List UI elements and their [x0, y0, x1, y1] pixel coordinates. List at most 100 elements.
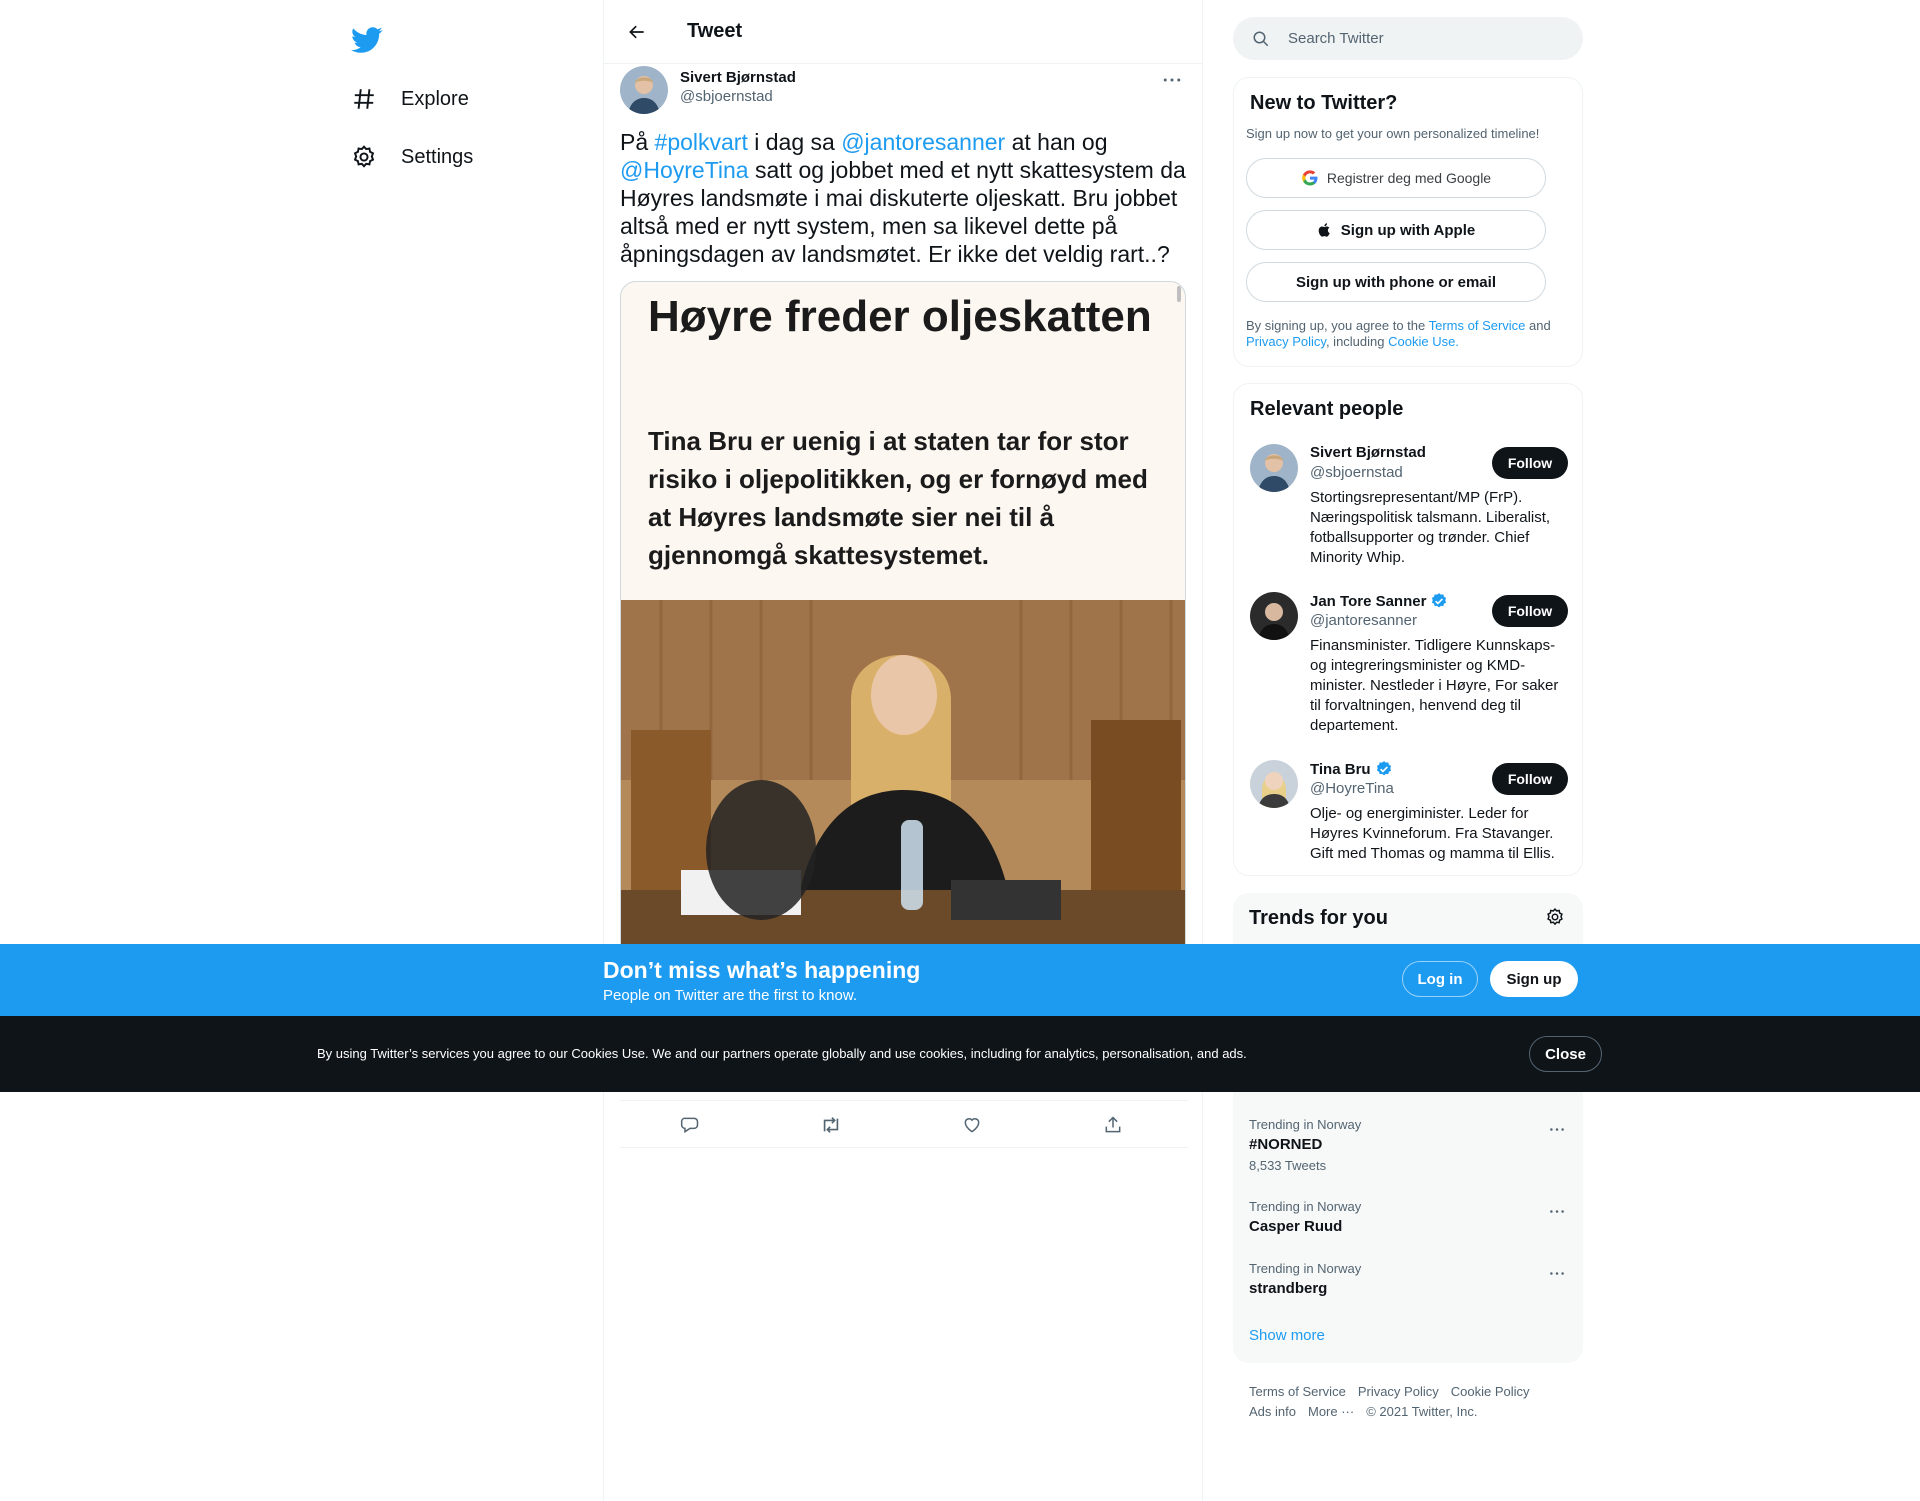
mention-link[interactable]: @HoyreTina — [620, 157, 749, 183]
person-name[interactable]: Sivert Bjørnstad — [1310, 444, 1426, 461]
trend-context: Trending in Norway — [1249, 1199, 1362, 1214]
media-subheadline: Tina Bru er uenig i at staten tar for st… — [648, 426, 1148, 570]
person-name[interactable]: Jan Tore Sanner — [1310, 592, 1448, 610]
person-name-text: Sivert Bjørnstad — [1310, 444, 1426, 461]
ellipsis-icon[interactable] — [1547, 1263, 1567, 1283]
follow-button[interactable]: Follow — [1492, 447, 1568, 479]
person-name-text: Jan Tore Sanner — [1310, 592, 1427, 610]
relevant-people-card: Relevant people Sivert Bjørnstad @sbjoer… — [1233, 383, 1583, 876]
main-column: Tweet Sivert Bjørnstad @sbjoernstad På #… — [603, 0, 1203, 1501]
search-input[interactable] — [1288, 30, 1548, 47]
retweet-icon[interactable] — [819, 1113, 843, 1137]
page-title: Tweet — [687, 20, 743, 42]
trend-context: Trending in Norway — [1249, 1261, 1362, 1276]
ellipsis-icon[interactable] — [1547, 1119, 1567, 1139]
follow-button[interactable]: Follow — [1492, 595, 1568, 627]
search-icon — [1253, 31, 1269, 46]
author-name[interactable]: Sivert Bjørnstad — [680, 69, 796, 86]
person-handle: @HoyreTina — [1310, 780, 1394, 797]
share-icon[interactable] — [1101, 1113, 1125, 1137]
signup-card: New to Twitter? Sign up now to get your … — [1233, 77, 1583, 367]
trend-item[interactable]: Trending in Norway Casper Ruud — [1249, 1199, 1567, 1235]
phone-email-signup-button[interactable]: Sign up with phone or email — [1246, 262, 1546, 302]
search-box[interactable] — [1233, 17, 1583, 60]
signup-button[interactable]: Sign up — [1490, 961, 1578, 997]
footer-link-terms[interactable]: Terms of Service — [1249, 1384, 1346, 1399]
avatar[interactable] — [1250, 592, 1298, 640]
apple-signup-label: Sign up with Apple — [1340, 221, 1476, 239]
trend-item[interactable]: Trending in Norway #NORNED 8,533 Tweets — [1249, 1117, 1567, 1173]
footer-link-more[interactable]: More ··· — [1308, 1404, 1354, 1419]
tweet-author: Sivert Bjørnstad @sbjoernstad — [620, 64, 1188, 116]
signup-title: New to Twitter? — [1250, 92, 1398, 114]
login-button[interactable]: Log in — [1402, 961, 1478, 997]
tweet-text: På #polkvart i dag sa @jantoresanner at … — [620, 128, 1190, 268]
footer-link-privacy[interactable]: Privacy Policy — [1358, 1384, 1439, 1399]
show-more-link[interactable]: Show more — [1249, 1327, 1325, 1344]
mention-link[interactable]: @jantoresanner — [841, 129, 1005, 155]
relevant-people-title: Relevant people — [1250, 398, 1404, 420]
tweet-text-part: i dag sa — [747, 129, 842, 155]
trend-name: strandberg — [1249, 1280, 1328, 1297]
apple-icon — [1318, 223, 1330, 237]
cookie-use-link[interactable]: Cookie Use. — [1388, 334, 1459, 349]
back-button[interactable] — [620, 15, 654, 49]
legal-text: and — [1525, 318, 1551, 333]
legal-text: By signing up, you agree to the — [1246, 318, 1429, 333]
follow-button[interactable]: Follow — [1492, 763, 1568, 795]
person-bio: Olje- og energiminister. Leder for Høyre… — [1310, 805, 1555, 862]
reply-icon[interactable] — [678, 1113, 702, 1137]
person-name[interactable]: Tina Bru — [1310, 760, 1393, 778]
banner-title: Don’t miss what’s happening — [603, 957, 921, 983]
nav-explore[interactable]: Explore — [349, 79, 469, 119]
tweet-media-image[interactable]: Høyre freder oljeskatten Tina Bru er uen… — [620, 281, 1186, 953]
media-headline: Høyre freder oljeskatten — [648, 292, 1152, 341]
trend-item[interactable]: Trending in Norway strandberg — [1249, 1261, 1567, 1297]
avatar[interactable] — [1250, 444, 1298, 492]
nav-explore-label: Explore — [401, 87, 469, 110]
gear-icon — [349, 142, 379, 172]
nav-settings[interactable]: Settings — [349, 137, 473, 177]
nav-settings-label: Settings — [401, 145, 474, 168]
cookie-consent-bar: By using Twitter’s services you agree to… — [0, 1016, 1920, 1092]
apple-signup-button[interactable]: Sign up with Apple — [1246, 210, 1546, 250]
tweet-text-part: På — [620, 129, 655, 155]
like-icon[interactable] — [960, 1113, 984, 1137]
page-header: Tweet — [604, 0, 1202, 64]
media-photo — [621, 600, 1185, 952]
terms-link[interactable]: Terms of Service — [1429, 318, 1526, 333]
more-options-button[interactable] — [1160, 70, 1184, 90]
legal-text: , including — [1325, 334, 1389, 349]
avatar[interactable] — [1250, 760, 1298, 808]
tweet-actions — [620, 1100, 1188, 1148]
avatar[interactable] — [620, 66, 668, 114]
hashtag-link[interactable]: #polkvart — [655, 129, 748, 155]
trend-name: #NORNED — [1249, 1136, 1323, 1153]
person-handle: @sbjoernstad — [1310, 464, 1403, 481]
trend-count: 8,533 Tweets — [1249, 1158, 1327, 1173]
person-bio: Stortingsrepresentant/MP (FrP). Næringsp… — [1310, 489, 1551, 566]
close-button[interactable]: Close — [1529, 1036, 1602, 1072]
arrow-left-icon — [629, 25, 644, 38]
google-signup-button[interactable]: Registrer deg med Google — [1246, 158, 1546, 198]
trends-settings-gear-icon[interactable] — [1545, 907, 1567, 929]
footer-link-cookie[interactable]: Cookie Policy — [1451, 1384, 1530, 1399]
trend-name: Casper Ruud — [1249, 1218, 1343, 1235]
footer-link-ads[interactable]: Ads info — [1249, 1404, 1296, 1419]
signup-subtitle: Sign up now to get your own personalized… — [1246, 126, 1540, 141]
phone-email-signup-label: Sign up with phone or email — [1295, 273, 1496, 291]
privacy-link[interactable]: Privacy Policy — [1246, 334, 1326, 349]
media-scrollbar[interactable] — [1177, 286, 1181, 302]
twitter-bird-icon[interactable] — [351, 24, 383, 56]
signup-banner: Don’t miss what’s happening People on Tw… — [0, 944, 1920, 1016]
copyright: © 2021 Twitter, Inc. — [1366, 1404, 1478, 1419]
hashtag-icon — [349, 84, 379, 114]
cookie-text: By using Twitter’s services you agree to… — [317, 1046, 1247, 1061]
trends-title: Trends for you — [1249, 907, 1388, 929]
signup-legal-text: By signing up, you agree to the Terms of… — [1246, 318, 1566, 350]
ellipsis-icon[interactable] — [1547, 1201, 1567, 1221]
trend-context: Trending in Norway — [1249, 1117, 1362, 1132]
author-handle[interactable]: @sbjoernstad — [680, 88, 773, 105]
person-name-text: Tina Bru — [1310, 760, 1371, 778]
person-handle: @jantoresanner — [1310, 612, 1417, 629]
